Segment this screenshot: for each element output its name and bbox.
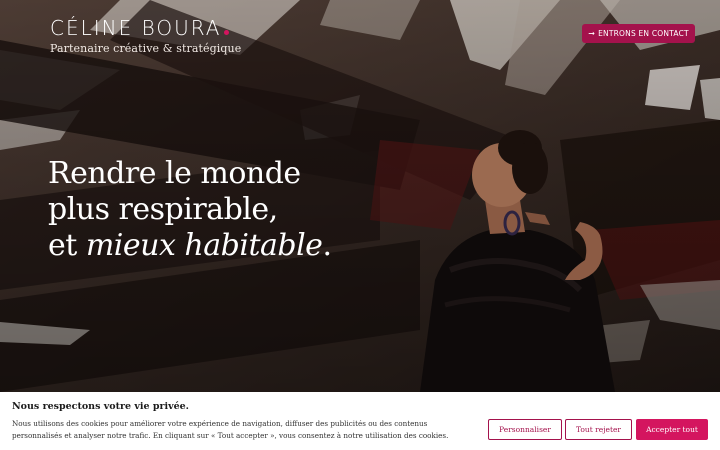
headline-line-2: plus respirable,	[48, 192, 278, 227]
brand-name: CÉLINE BOURA	[50, 16, 222, 40]
contact-button[interactable]: ➞ ENTRONS EN CONTACT	[582, 24, 695, 43]
cookie-text: Nous utilisons des cookies pour améliore…	[12, 419, 449, 440]
cookie-title: Nous respectons votre vie privée.	[12, 401, 189, 412]
brand-dot-icon	[223, 30, 229, 35]
brand-logo[interactable]: CÉLINE BOURA Partenaire créative & strat…	[50, 16, 241, 55]
headline-line-3-prefix: et	[48, 228, 86, 263]
brand-tagline: Partenaire créative & stratégique	[50, 42, 242, 55]
contact-button-label: ENTRONS EN CONTACT	[598, 29, 689, 38]
accept-all-cookies-button[interactable]: Accepter tout	[636, 419, 708, 440]
headline-line-3-suffix: .	[322, 228, 332, 263]
portrait-photo	[420, 130, 615, 392]
headline-line-3: et mieux habitable.	[48, 228, 332, 264]
headline-line-3-italic: mieux habitable	[85, 228, 323, 263]
hero-headline: Rendre le monde plus respirable, et mieu…	[48, 156, 332, 264]
headline-line-1: Rendre le monde	[48, 156, 301, 191]
reject-all-cookies-button[interactable]: Tout rejeter	[565, 419, 632, 440]
arrow-right-icon: ➞	[588, 28, 596, 38]
customize-cookies-button[interactable]: Personnaliser	[488, 419, 562, 440]
